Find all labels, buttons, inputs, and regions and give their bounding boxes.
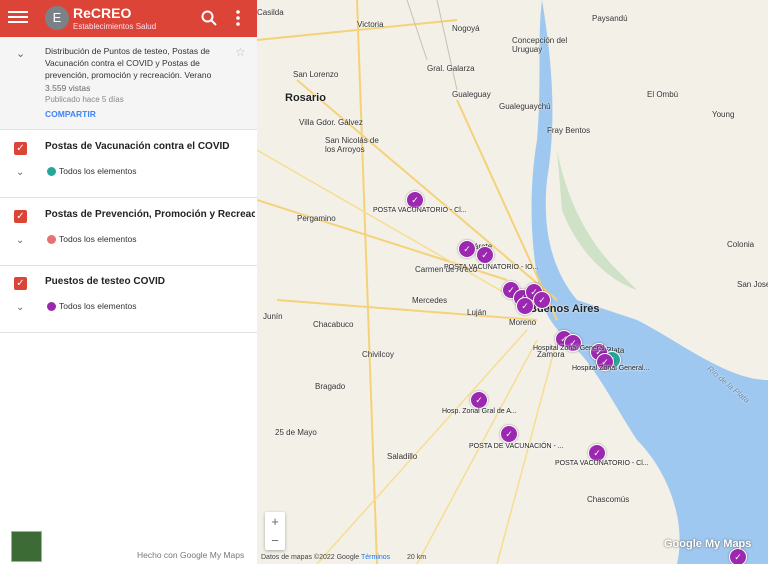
chevron-down-icon[interactable]: ⌄ xyxy=(16,167,24,178)
map-marker[interactable]: ✓ xyxy=(729,548,747,564)
layer-checkbox[interactable]: ✓ xyxy=(14,142,27,155)
layer-prevencion: ✓ Postas de Prevención, Promoción y Recr… xyxy=(0,198,257,266)
layer-title: Postas de Vacunación contra el COVID xyxy=(45,141,230,152)
marker-label: POSTA VACUNATORIO - Cl... xyxy=(373,207,467,214)
zoom-in-button[interactable]: + xyxy=(265,512,285,531)
map-marker[interactable]: ✓ xyxy=(458,240,476,258)
map-marker[interactable]: ✓ xyxy=(476,246,494,264)
terms-link[interactable]: Términos xyxy=(361,554,390,561)
city-label: Paysandú xyxy=(592,14,628,23)
city-label: Chascomús xyxy=(587,495,630,504)
scale-bar: 20 km xyxy=(407,554,427,561)
layer-testeo: ✓ Puestos de testeo COVID ⌄ Todos los el… xyxy=(0,265,257,333)
more-vert-icon[interactable] xyxy=(232,9,244,27)
chevron-down-icon[interactable]: ⌄ xyxy=(16,235,24,246)
search-icon[interactable] xyxy=(200,9,218,27)
city-label: Concepción del Uruguay xyxy=(512,36,568,54)
city-label: Mercedes xyxy=(412,296,448,305)
menu-icon[interactable] xyxy=(8,8,28,28)
city-label: Chacabuco xyxy=(313,320,354,329)
city-label: Moreno xyxy=(509,318,537,327)
layer-vacunacion: ✓ Postas de Vacunación contra el COVID ⌄… xyxy=(0,130,257,198)
made-with-text: Hecho con Google My Maps xyxy=(137,550,245,560)
city-label: Villa Gdor. Gálvez xyxy=(299,118,363,127)
city-label: Gral. Galarza xyxy=(427,64,475,73)
city-label: Chivilcoy xyxy=(362,350,395,359)
layer-style-icon xyxy=(47,167,56,176)
zoom-control: + − xyxy=(265,512,285,550)
city-label: Casilda xyxy=(257,8,284,17)
map-marker[interactable]: ✓ xyxy=(516,297,534,315)
map-description: ⌄ Distribución de Puntos de testeo, Post… xyxy=(0,37,257,130)
star-icon[interactable]: ☆ xyxy=(235,45,246,59)
layer-items-link[interactable]: Todos los elementos xyxy=(59,301,137,311)
map-attribution: Datos de mapas ©2022 Google Términos xyxy=(261,554,390,561)
description-text: Distribución de Puntos de testeo, Postas… xyxy=(45,46,212,80)
map-marker[interactable]: ✓ xyxy=(533,291,551,309)
app-subtitle: Establecimientos Salud xyxy=(73,22,157,31)
published-date: Publicado hace 5 días xyxy=(45,95,124,104)
map-marker[interactable]: ✓ xyxy=(500,425,518,443)
city-label: Gualeguaychú xyxy=(499,102,551,111)
city-label: Victoria xyxy=(357,20,384,29)
map-marker[interactable]: ✓ xyxy=(470,391,488,409)
base-map-thumbnail[interactable] xyxy=(11,531,42,562)
app-title: ReCREO xyxy=(73,5,132,21)
views-count: 3.559 vistas xyxy=(45,83,91,93)
layer-style-icon xyxy=(47,302,56,311)
city-label: Pergamino xyxy=(297,214,336,223)
map-data-credit: Datos de mapas ©2022 Google xyxy=(261,554,360,561)
city-label: Fray Bentos xyxy=(547,126,591,135)
layer-title: Puestos de testeo COVID xyxy=(45,276,166,287)
marker-label: Hospital Zonal General... xyxy=(572,365,650,372)
city-label: San Lorenzo xyxy=(293,70,339,79)
city-label: Junín xyxy=(263,312,283,321)
city-label: Bragado xyxy=(315,382,346,391)
map-canvas[interactable]: Rosario Paysandú Concepción del Uruguay … xyxy=(257,0,768,564)
city-label: El Ombú xyxy=(647,90,679,99)
chevron-down-icon[interactable]: ⌄ xyxy=(16,47,25,60)
city-label: San José xyxy=(737,280,768,289)
avatar[interactable]: E xyxy=(45,6,69,30)
city-label: Rosario xyxy=(285,92,326,104)
city-label: Gualeguay xyxy=(452,90,491,99)
share-button[interactable]: COMPARTIR xyxy=(45,109,96,119)
city-label: Luján xyxy=(467,308,487,317)
layer-checkbox[interactable]: ✓ xyxy=(14,277,27,290)
city-label: Young xyxy=(712,110,735,119)
city-label: Saladillo xyxy=(387,452,418,461)
marker-label: Hospital Zonal General... xyxy=(533,345,611,352)
marker-label: POSTA VACUNATORIO - IO... xyxy=(444,264,539,271)
chevron-down-icon[interactable]: ⌄ xyxy=(16,302,24,313)
app-header: E ReCREO Establecimientos Salud xyxy=(0,0,257,37)
layer-style-icon xyxy=(47,235,56,244)
marker-label: POSTA VACUNATORIO - Cl... xyxy=(555,460,649,467)
city-label: San Nicolás de los Arroyos xyxy=(325,136,379,154)
layer-checkbox[interactable]: ✓ xyxy=(14,210,27,223)
city-label: Colonia xyxy=(727,240,755,249)
layer-title: Postas de Prevención, Promoción y Recrea… xyxy=(45,209,255,220)
city-label: 25 de Mayo xyxy=(275,428,317,437)
google-my-maps-logo: Google My Maps xyxy=(664,538,752,550)
marker-label: POSTA DE VACUNACIÓN - ... xyxy=(469,443,564,450)
city-label: Nogoyá xyxy=(452,24,480,33)
marker-label: Hosp. Zonal Gral de A... xyxy=(442,408,517,415)
layer-items-link[interactable]: Todos los elementos xyxy=(59,234,137,244)
zoom-out-button[interactable]: − xyxy=(265,531,285,550)
layer-items-link[interactable]: Todos los elementos xyxy=(59,166,137,176)
